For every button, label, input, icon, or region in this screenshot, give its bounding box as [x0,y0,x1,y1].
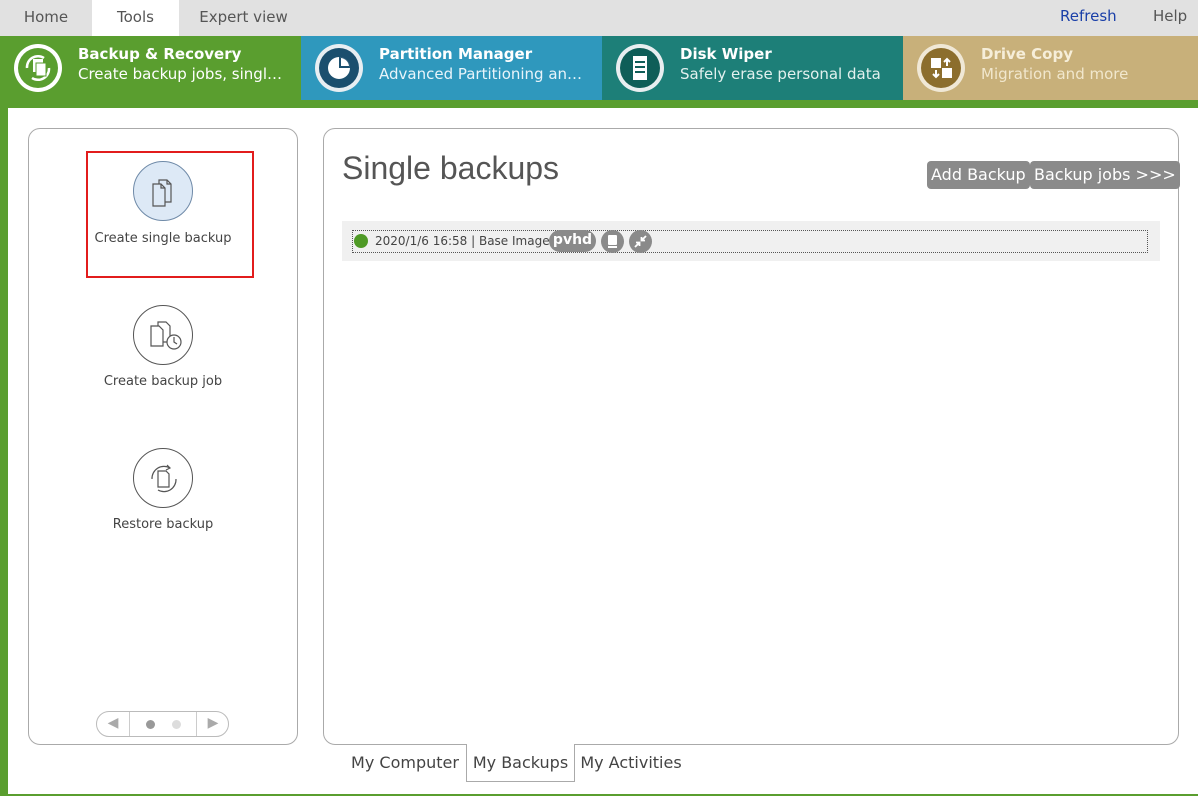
restore-backup-icon [133,448,193,508]
page-title: Single backups [342,150,560,186]
module-subtitle: Safely erase personal data [680,65,881,83]
tab-my-activities[interactable]: My Activities [576,744,686,782]
help-link[interactable]: Help [1153,0,1187,34]
action-label: Create backup job [103,374,223,389]
disk-wiper-icon [616,44,664,92]
backup-job-icon [133,305,193,365]
pager-prev-icon[interactable]: ◀ [97,712,129,736]
collapse-icon[interactable] [629,230,652,253]
backup-info: 2020/1/6 16:58 | Base Image [375,234,550,248]
pager: ◀ ▶ [96,711,229,737]
action-label: Restore backup [112,517,214,532]
tab-my-backups[interactable]: My Backups [466,744,575,782]
selection-highlight [86,151,254,278]
create-backup-job-button[interactable]: Create backup job [29,305,297,405]
module-drive-copy[interactable]: Drive Copy Migration and more [903,36,1198,100]
refresh-link[interactable]: Refresh [1060,0,1117,34]
top-menu-bar: Home Tools Expert view Refresh Help [0,0,1198,36]
module-title: Backup & Recovery [78,45,242,63]
pager-divider [129,712,130,736]
format-badge: pvhd [549,230,596,252]
module-title: Partition Manager [379,45,533,63]
module-subtitle: Advanced Partitioning and s... [379,65,591,83]
module-backup-recovery[interactable]: Backup & Recovery Create backup jobs, si… [0,36,301,100]
backup-jobs-button[interactable]: Backup jobs >>> [1030,161,1180,189]
module-partition-manager[interactable]: Partition Manager Advanced Partitioning … [301,36,602,100]
module-subtitle: Migration and more [981,65,1129,83]
pager-dot-active[interactable] [146,720,155,729]
module-bar: Backup & Recovery Create backup jobs, si… [0,36,1198,100]
pager-next-icon[interactable]: ▶ [197,712,229,736]
restore-backup-button[interactable]: Restore backup [29,448,297,548]
tab-home[interactable]: Home [0,0,92,36]
module-disk-wiper[interactable]: Disk Wiper Safely erase personal data [602,36,903,100]
partition-pie-icon [315,44,363,92]
backup-recovery-icon [14,44,62,92]
tab-my-computer[interactable]: My Computer [345,744,465,782]
drive-copy-icon [917,44,965,92]
add-backup-button[interactable]: Add Backup [927,161,1030,189]
status-indicator [354,234,368,248]
module-title: Disk Wiper [680,45,772,63]
tab-tools[interactable]: Tools [92,0,179,36]
drive-icon[interactable] [601,230,624,253]
module-subtitle: Create backup jobs, single b... [78,65,290,83]
module-title: Drive Copy [981,45,1073,63]
tab-expert-view[interactable]: Expert view [179,0,308,36]
pager-dot[interactable] [172,720,181,729]
